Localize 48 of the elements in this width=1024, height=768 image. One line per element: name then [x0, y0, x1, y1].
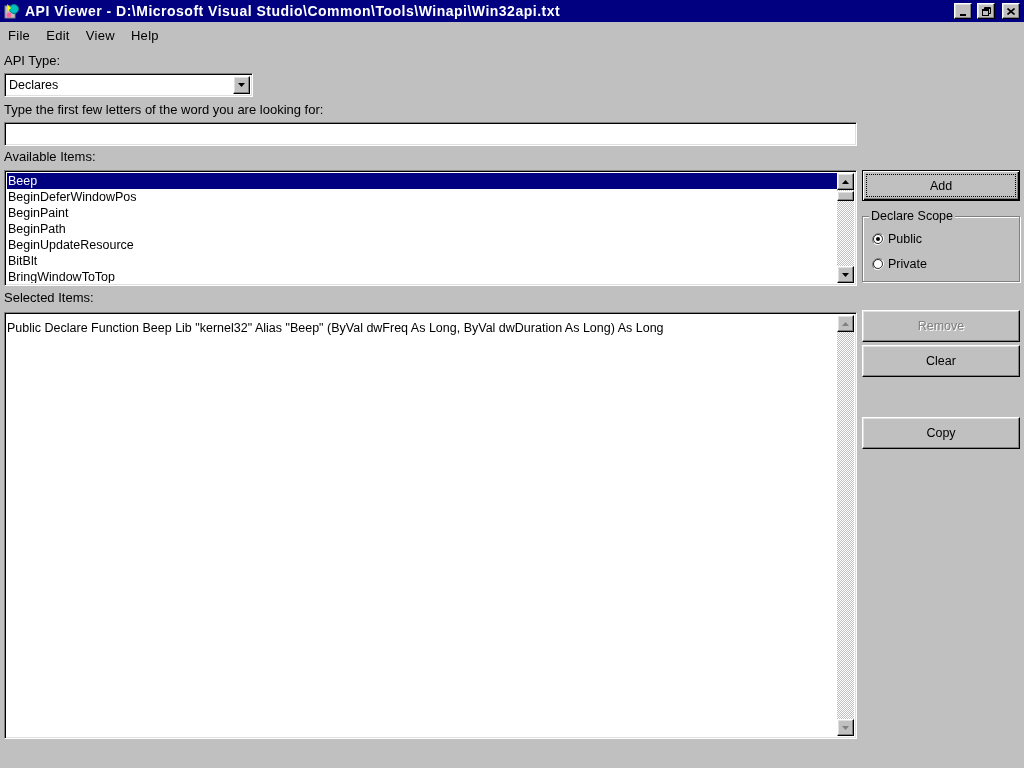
scroll-down-button[interactable]	[837, 719, 854, 736]
list-item[interactable]: BeginUpdateResource	[7, 237, 837, 253]
copy-button[interactable]: Copy	[862, 417, 1020, 449]
list-item[interactable]: BringWindowToTop	[7, 269, 837, 283]
minimize-button[interactable]	[954, 3, 972, 19]
dropdown-button[interactable]	[233, 76, 250, 94]
list-item[interactable]: BeginPath	[7, 221, 837, 237]
radio-label[interactable]: Public	[888, 232, 923, 246]
clear-button[interactable]: Clear	[862, 345, 1020, 377]
caret-down-icon	[238, 83, 245, 87]
scrollbar[interactable]	[837, 315, 854, 736]
menu-item[interactable]: Edit	[38, 25, 78, 45]
menu-item[interactable]: File	[0, 25, 39, 45]
menu-item[interactable]: View	[77, 25, 123, 45]
search-field[interactable]	[4, 122, 857, 146]
arrow-up-icon	[842, 321, 849, 326]
app-icon	[4, 3, 20, 19]
window-title: API Viewer - D:\Microsoft Visual Studio\Common\Tools\Winapi\Win32api.txt	[25, 3, 561, 19]
field-label: Selected Items:	[4, 291, 94, 305]
group-title: Declare Scope	[869, 209, 955, 223]
list-item[interactable]: Beep	[7, 173, 837, 189]
arrow-down-icon	[842, 725, 849, 730]
scroll-down-button[interactable]	[837, 266, 854, 283]
list-item[interactable]: BeginPaint	[7, 205, 837, 221]
restore-icon	[981, 6, 991, 16]
list-item[interactable]: BitBlt	[7, 253, 837, 269]
close-button[interactable]	[1002, 3, 1020, 19]
field-label: API Type:	[4, 54, 61, 68]
add-button[interactable]: Add	[862, 170, 1020, 201]
selected-items-textbox[interactable]: Public Declare Function Beep Lib "kernel32" Alias "Beep" (ByVal dwFreq As Long, ByVal dwDuration As Long) As Long	[4, 312, 857, 739]
field-label: Type the first few letters of the word you are looking for:	[4, 103, 324, 117]
list-item[interactable]: BeginDeferWindowPos	[7, 189, 837, 205]
scroll-up-button[interactable]	[837, 173, 854, 190]
radio-button[interactable]	[872, 258, 884, 270]
api-type-dropdown[interactable]: Declares	[4, 73, 253, 97]
available-items-list[interactable]: Beep BeginDeferWindowPos BeginPaint BeginPath BeginUpdateResource BitBlt BringWindowToTop	[4, 170, 857, 286]
restore-button[interactable]	[977, 3, 995, 19]
arrow-up-icon	[842, 179, 849, 184]
minimize-icon	[960, 13, 966, 16]
scroll-up-button[interactable]	[837, 315, 854, 332]
scroll-thumb[interactable]	[837, 191, 854, 201]
radio-button[interactable]	[872, 233, 884, 245]
field-label: Available Items:	[4, 150, 96, 164]
menu-item[interactable]: Help	[122, 25, 167, 45]
scrollbar[interactable]	[837, 173, 854, 283]
arrow-down-icon	[842, 272, 849, 277]
close-icon	[1007, 7, 1015, 15]
radio-label[interactable]: Private	[888, 257, 927, 271]
